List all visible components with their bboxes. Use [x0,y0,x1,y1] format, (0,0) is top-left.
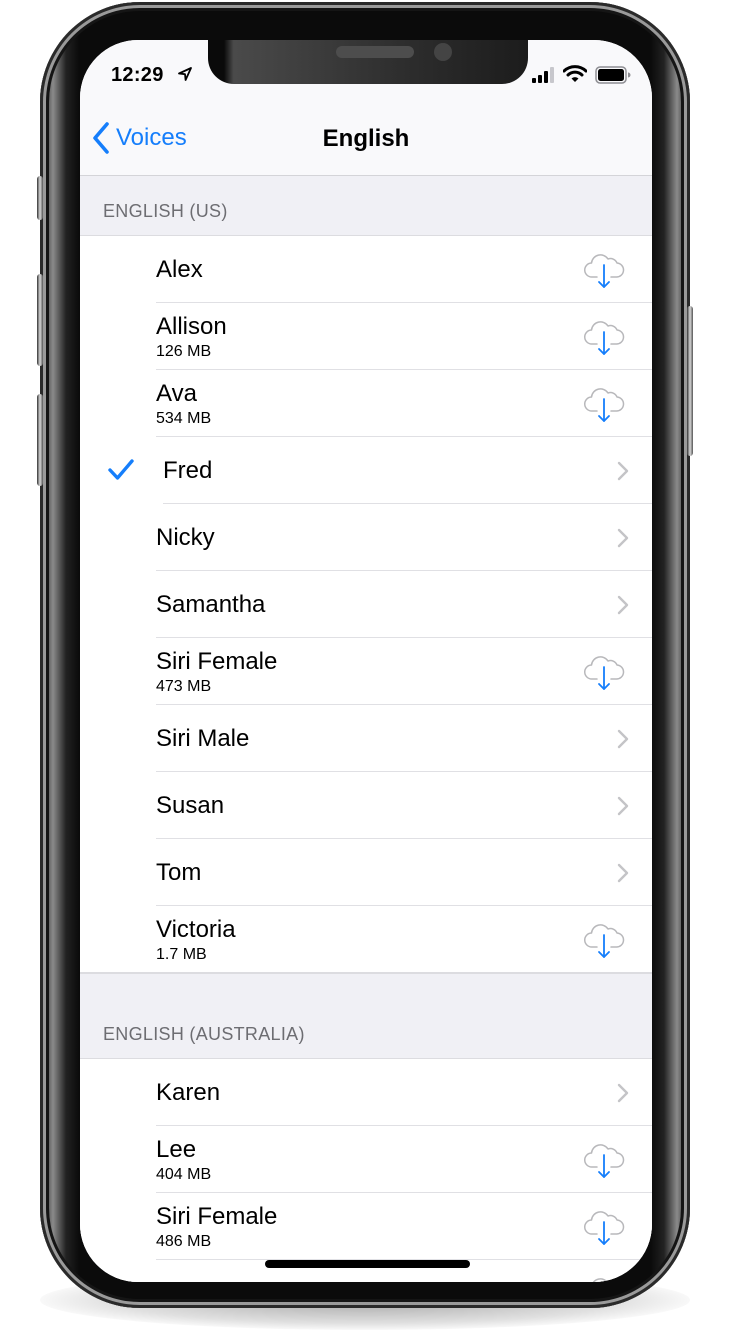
screen: 12:29 Voices English ENGLISH (US) Alex A… [80,40,652,1282]
voice-name: Victoria [156,916,236,943]
voice-name: Siri Female [156,648,278,675]
voice-name: Fred [163,457,213,484]
chevron-right-icon [617,595,629,615]
cloud-download-icon[interactable] [583,1207,625,1247]
voice-size: 404 MB [156,1166,212,1183]
mute-switch [37,176,43,220]
voice-size: 126 MB [156,343,212,360]
section-header: ENGLISH (US) [80,176,652,236]
checkmark-icon [108,459,134,480]
cloud-download-icon[interactable] [583,1274,625,1282]
earpiece-speaker [336,46,414,58]
voice-row[interactable]: Fred [80,437,652,504]
volume-up-button [37,274,43,366]
voice-name: Nicky [156,524,215,551]
battery-icon [595,66,631,84]
chevron-right-icon [617,729,629,749]
voice-row[interactable]: Siri Female 486 MB [80,1193,652,1260]
voice-name: Lee [156,1136,197,1163]
voice-row[interactable]: Nicky [80,504,652,571]
chevron-right-icon [617,796,629,816]
voice-row[interactable]: Karen [80,1059,652,1126]
cellular-signal-icon [532,67,554,83]
navigation-bar: Voices English [80,100,652,176]
voice-name: Siri Female [156,1203,278,1230]
home-indicator[interactable] [265,1260,470,1268]
cloud-download-icon[interactable] [583,1140,625,1180]
voice-name: Susan [156,792,225,819]
wifi-icon [563,65,587,82]
voice-name: Alex [156,256,203,283]
voice-size: 473 MB [156,678,212,695]
voice-name: Siri Male [156,725,250,752]
voice-size: 1.7 MB [156,946,207,963]
cloud-download-icon[interactable] [583,317,625,357]
cloud-download-icon[interactable] [583,920,625,960]
voice-name: Ava [156,380,197,407]
section-header: ENGLISH (AUSTRALIA) [80,973,652,1059]
voice-name: Siri Male [156,1280,249,1282]
voice-row[interactable]: Siri Male [80,705,652,772]
voice-name: Tom [156,859,202,886]
page-title: English [322,125,410,152]
cloud-download-icon[interactable] [583,250,625,290]
voice-row[interactable]: Victoria 1.7 MB [80,906,652,973]
front-camera [434,43,452,61]
chevron-right-icon [617,1083,629,1103]
side-button [687,306,693,456]
cloud-download-icon[interactable] [583,652,625,692]
section-header-label: ENGLISH (AUSTRALIA) [103,1024,305,1044]
voice-name: Samantha [156,591,266,618]
voice-row[interactable]: Ava 534 MB [80,370,652,437]
voice-list-section: Alex Allison 126 MB Ava 534 MB Fred Nicky … [80,236,652,973]
volume-down-button [37,394,43,486]
voice-row[interactable]: Siri Female 473 MB [80,638,652,705]
chevron-right-icon [617,528,629,548]
notch [208,40,528,84]
chevron-right-icon [617,461,629,481]
voice-row[interactable]: Alex [80,236,652,303]
voice-list[interactable]: ENGLISH (US) Alex Allison 126 MB Ava 534 MB… [80,176,652,1282]
status-time: 12:29 [111,64,164,86]
section-header-label: ENGLISH (US) [103,201,228,221]
voice-row[interactable]: Samantha [80,571,652,638]
voice-name: Karen [156,1079,221,1106]
location-arrow-icon [178,67,192,81]
voice-list-section: Karen Lee 404 MB Siri Female 486 MB Siri M… [80,1059,652,1282]
chevron-right-icon [617,863,629,883]
voice-row[interactable]: Allison 126 MB [80,303,652,370]
voice-size: 534 MB [156,410,212,427]
voice-row[interactable]: Tom [80,839,652,906]
voice-row[interactable]: Lee 404 MB [80,1126,652,1193]
voice-name: Allison [156,313,227,340]
voice-size: 486 MB [156,1233,212,1250]
cloud-download-icon[interactable] [583,384,625,424]
voice-row[interactable]: Susan [80,772,652,839]
